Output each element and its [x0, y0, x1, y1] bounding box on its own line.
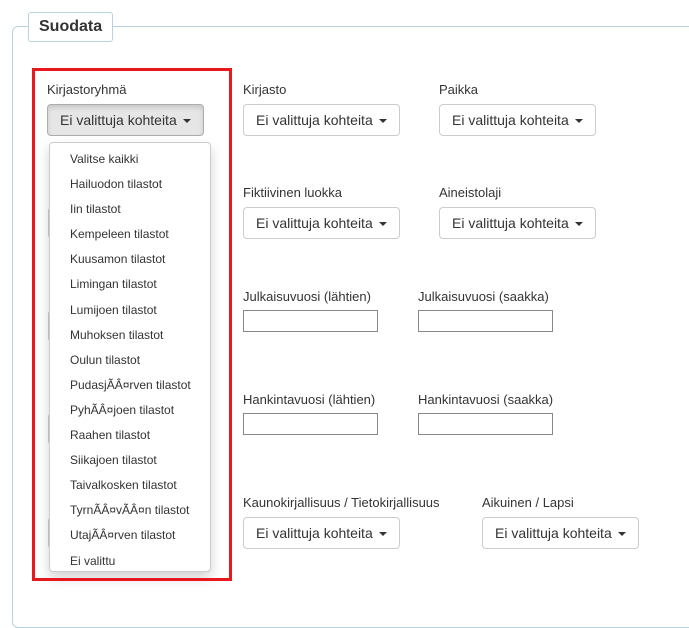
- menu-item[interactable]: Kuusamon tilastot: [50, 247, 210, 272]
- menu-item[interactable]: Muhoksen tilastot: [50, 323, 210, 348]
- library-group-label: Kirjastoryhmä: [47, 82, 127, 97]
- caret-down-icon: [574, 222, 583, 227]
- adult-child-dropdown-button[interactable]: Ei valittuja kohteita: [482, 517, 639, 549]
- library-button-label: Ei valittuja kohteita: [256, 112, 373, 128]
- material-type-button-label: Ei valittuja kohteita: [452, 215, 569, 231]
- library-group-dropdown-menu: Valitse kaikki Hailuodon tilastot Iin ti…: [49, 142, 211, 572]
- menu-item[interactable]: Limingan tilastot: [50, 272, 210, 297]
- menu-item[interactable]: Lumijoen tilastot: [50, 298, 210, 323]
- caret-down-icon: [378, 119, 387, 124]
- library-label: Kirjasto: [243, 82, 287, 97]
- library-group-dropdown-button[interactable]: Ei valittuja kohteita: [47, 104, 204, 136]
- menu-item[interactable]: Kempeleen tilastot: [50, 222, 210, 247]
- menu-item[interactable]: Hailuodon tilastot: [50, 172, 210, 197]
- caret-down-icon: [182, 119, 191, 124]
- material-type-dropdown-button[interactable]: Ei valittuja kohteita: [439, 207, 596, 239]
- menu-item-select-all[interactable]: Valitse kaikki: [50, 147, 210, 172]
- caret-down-icon: [574, 119, 583, 124]
- menu-item[interactable]: TyrnÃÂ¤vÃÂ¤n tilastot: [50, 498, 210, 523]
- fiction-nonfiction-button-label: Ei valittuja kohteita: [256, 525, 373, 541]
- pub-year-from-label: Julkaisuvuosi (lähtien): [243, 289, 371, 304]
- fiction-class-label: Fiktiivinen luokka: [243, 185, 342, 200]
- fiction-class-button-label: Ei valittuja kohteita: [256, 215, 373, 231]
- pub-year-to-input[interactable]: [418, 310, 553, 332]
- menu-item[interactable]: Taivalkosken tilastot: [50, 473, 210, 498]
- material-type-label: Aineistolaji: [439, 185, 502, 200]
- menu-item-none[interactable]: Ei valittu: [50, 549, 210, 574]
- menu-item[interactable]: Siikajoen tilastot: [50, 448, 210, 473]
- menu-item[interactable]: Raahen tilastot: [50, 423, 210, 448]
- caret-down-icon: [378, 222, 387, 227]
- menu-item[interactable]: PudasjÃÂ¤rven tilastot: [50, 373, 210, 398]
- library-dropdown-button[interactable]: Ei valittuja kohteita: [243, 104, 400, 136]
- fiction-class-dropdown-button[interactable]: Ei valittuja kohteita: [243, 207, 400, 239]
- place-dropdown-button[interactable]: Ei valittuja kohteita: [439, 104, 596, 136]
- library-group-button-label: Ei valittuja kohteita: [60, 112, 177, 128]
- adult-child-label: Aikuinen / Lapsi: [482, 495, 574, 510]
- acq-year-from-label: Hankintavuosi (lähtien): [243, 392, 376, 407]
- pub-year-from-input[interactable]: [243, 310, 378, 332]
- acq-year-to-input[interactable]: [418, 413, 553, 435]
- place-label: Paikka: [439, 82, 479, 97]
- place-button-label: Ei valittuja kohteita: [452, 112, 569, 128]
- menu-item[interactable]: Iin tilastot: [50, 197, 210, 222]
- acq-year-from-input[interactable]: [243, 413, 378, 435]
- caret-down-icon: [617, 532, 626, 537]
- acq-year-to-label: Hankintavuosi (saakka): [418, 392, 554, 407]
- filter-title: Suodata: [28, 12, 114, 42]
- menu-item[interactable]: Oulun tilastot: [50, 348, 210, 373]
- menu-item[interactable]: UtajÃÂ¤rven tilastot: [50, 523, 210, 548]
- fiction-nonfiction-dropdown-button[interactable]: Ei valittuja kohteita: [243, 517, 400, 549]
- caret-down-icon: [378, 532, 387, 537]
- menu-item[interactable]: PyhÃÂ¤joen tilastot: [50, 398, 210, 423]
- fiction-nonfiction-label: Kaunokirjallisuus / Tietokirjallisuus: [243, 495, 440, 510]
- adult-child-button-label: Ei valittuja kohteita: [495, 525, 612, 541]
- pub-year-to-label: Julkaisuvuosi (saakka): [418, 289, 549, 304]
